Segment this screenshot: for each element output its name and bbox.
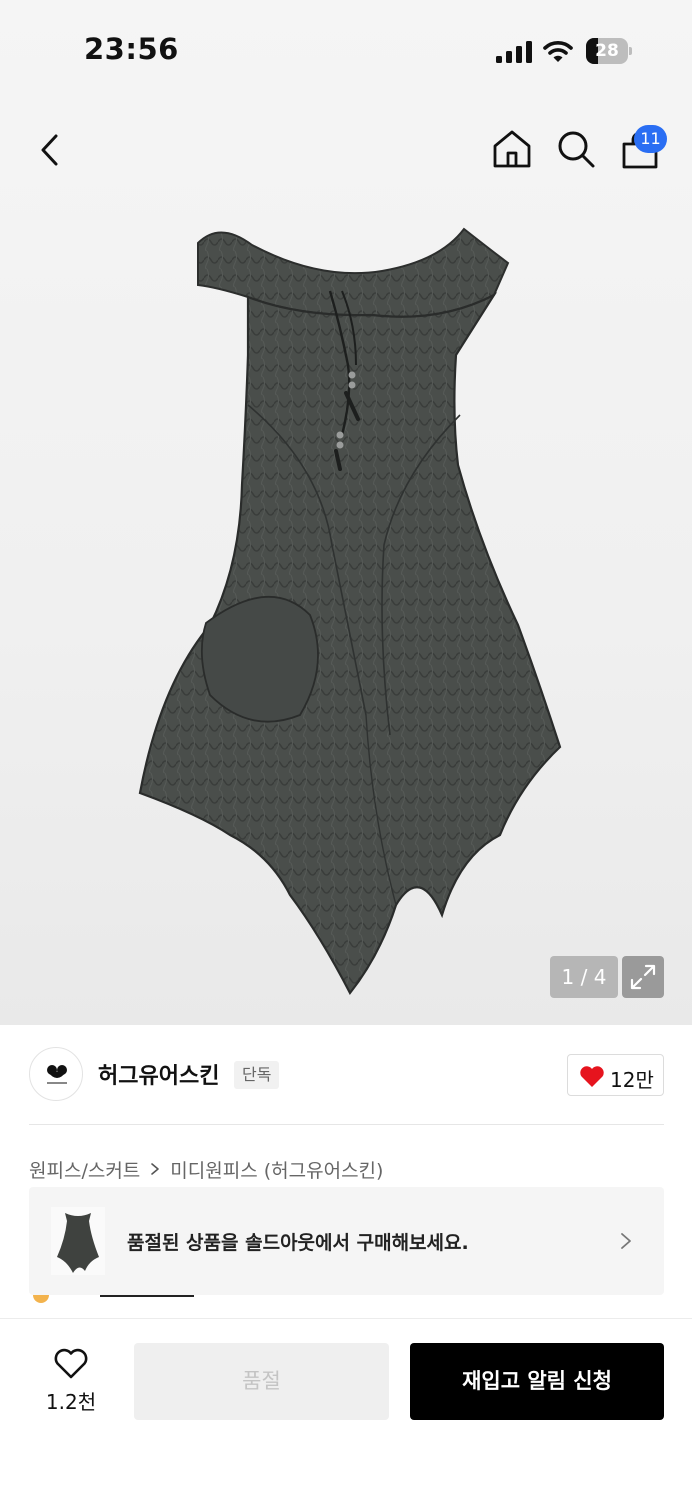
battery-icon: 28 <box>586 38 632 64</box>
heart-outline-icon <box>54 1348 88 1379</box>
brand-like-count: 12만 <box>610 1068 654 1092</box>
brand-row: 허그유어스킨 단독 12만 <box>0 1040 692 1110</box>
soldout-thumbnail <box>51 1207 105 1275</box>
chevron-right-icon <box>621 1233 631 1249</box>
chevron-right-icon <box>151 1163 160 1175</box>
image-pager: 1 / 4 <box>550 956 618 998</box>
restock-alert-button[interactable]: 재입고 알림 신청 <box>410 1343 664 1420</box>
wishlist-count: 1.2천 <box>45 1390 97 1414</box>
wifi-icon <box>543 41 573 62</box>
search-icon[interactable] <box>555 128 597 170</box>
product-image-gallery[interactable]: 23:56 28 11 1 / 4 <box>0 0 692 1025</box>
partial-rating-icon <box>33 1295 49 1303</box>
breadcrumb: 원피스/스커트 미디원피스 (허그유어스킨) <box>29 1155 383 1183</box>
exclusive-badge: 단독 <box>234 1061 280 1089</box>
back-arrow-icon[interactable] <box>30 128 70 172</box>
breadcrumb-subcategory[interactable]: 미디원피스 (허그유어스킨) <box>170 1156 383 1183</box>
brand-like-button[interactable]: 12만 <box>567 1054 664 1096</box>
product-image[interactable] <box>120 215 580 1015</box>
divider <box>29 1124 664 1125</box>
wishlist-button[interactable]: 1.2천 <box>36 1346 106 1416</box>
cart-count-badge: 11 <box>634 125 667 153</box>
signal-icon <box>496 41 532 63</box>
expand-icon[interactable] <box>622 956 664 998</box>
brand-logo[interactable] <box>29 1047 83 1101</box>
brand-name[interactable]: 허그유어스킨 <box>98 1058 219 1090</box>
brand-logo-mark <box>47 1065 67 1084</box>
home-icon[interactable] <box>490 127 534 171</box>
heart-filled-icon <box>580 1066 604 1087</box>
status-bar: 23:56 28 <box>0 0 692 100</box>
soldout-banner[interactable]: 품절된 상품을 솔드아웃에서 구매해보세요. <box>29 1187 664 1295</box>
soldout-button: 품절 <box>134 1343 389 1420</box>
bottom-action-bar: 1.2천 품절 재입고 알림 신청 <box>0 1318 692 1500</box>
battery-percent: 28 <box>595 41 619 61</box>
status-time: 23:56 <box>84 32 179 66</box>
breadcrumb-category[interactable]: 원피스/스커트 <box>29 1156 140 1183</box>
partial-tab-underline <box>100 1295 194 1297</box>
soldout-banner-text: 품절된 상품을 솔드아웃에서 구매해보세요. <box>127 1232 469 1254</box>
